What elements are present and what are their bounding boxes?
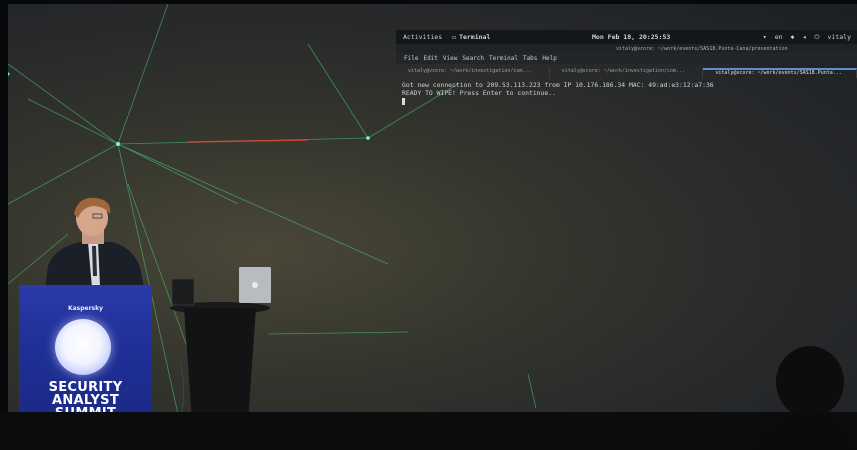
network-icon[interactable]: ✱: [791, 33, 795, 41]
window-title: vitaly@vcore: ~/work/events/SAS18.Punta-…: [616, 45, 788, 52]
text-cursor: [402, 98, 405, 106]
menu-bar: File Edit View Search Terminal Tabs Help: [396, 53, 857, 64]
terminal-tab[interactable]: vitaly@vcore: ~/work/investigation/com..…: [550, 68, 704, 78]
menu-help[interactable]: Help: [542, 55, 556, 62]
terminal-cursor-line: [402, 98, 852, 106]
speaker-figure: [44, 197, 146, 296]
system-tray: ▾ en ✱ ◂ ⏻ vitaly: [763, 33, 851, 42]
terminal-output[interactable]: Got new connection to 209.53.113.223 fro…: [402, 81, 852, 106]
user-menu[interactable]: vitaly: [828, 33, 851, 41]
gnome-top-bar: Activities ▭ Terminal Mon Feb 18, 20:25:…: [396, 30, 857, 44]
activities-button[interactable]: Activities: [403, 33, 442, 41]
dropdown-icon[interactable]: ▾: [763, 33, 767, 41]
stage-floor: [0, 412, 857, 450]
apple-logo-icon: [252, 282, 258, 288]
terminal-line: Got new connection to 209.53.113.223 fro…: [402, 81, 714, 89]
terminal-tab-active[interactable]: vitaly@vcore: ~/work/events/SAS18.Punta.…: [703, 68, 857, 78]
conference-stage: Activities ▭ Terminal Mon Feb 18, 20:25:…: [0, 0, 857, 450]
menu-edit[interactable]: Edit: [423, 55, 437, 62]
laptop-apple: [239, 267, 271, 303]
audience-silhouette: [750, 346, 857, 450]
language-indicator[interactable]: en: [775, 33, 783, 41]
podium-brand: Kaspersky: [67, 305, 104, 312]
menu-file[interactable]: File: [404, 55, 418, 62]
terminal-icon: ▭: [452, 33, 457, 41]
podium-orb-emblem: [55, 319, 111, 375]
menu-terminal[interactable]: Terminal: [489, 55, 518, 62]
terminal-tabs: vitaly@vcore: ~/work/investigation/com..…: [396, 68, 857, 78]
window-titlebar[interactable]: vitaly@vcore: ~/work/events/SAS18.Punta-…: [396, 44, 857, 53]
menu-search[interactable]: Search: [462, 55, 484, 62]
terminal-app-menu[interactable]: ▭ Terminal: [452, 33, 490, 41]
power-icon[interactable]: ⏻: [814, 33, 819, 42]
terminal-tab[interactable]: vitaly@vcore: ~/work/investigation/com..…: [396, 68, 550, 78]
terminal-app-label: Terminal: [459, 33, 491, 41]
terminal-line: READY TO WIPE! Press Enter to continue..: [402, 89, 556, 98]
volume-icon[interactable]: ◂: [802, 33, 806, 41]
clock[interactable]: Mon Feb 18, 20:25:53: [592, 33, 670, 41]
menu-view[interactable]: View: [443, 55, 457, 62]
menu-tabs[interactable]: Tabs: [523, 55, 537, 62]
laptop-dark: [171, 278, 195, 306]
terminal-window: Activities ▭ Terminal Mon Feb 18, 20:25:…: [396, 30, 857, 330]
